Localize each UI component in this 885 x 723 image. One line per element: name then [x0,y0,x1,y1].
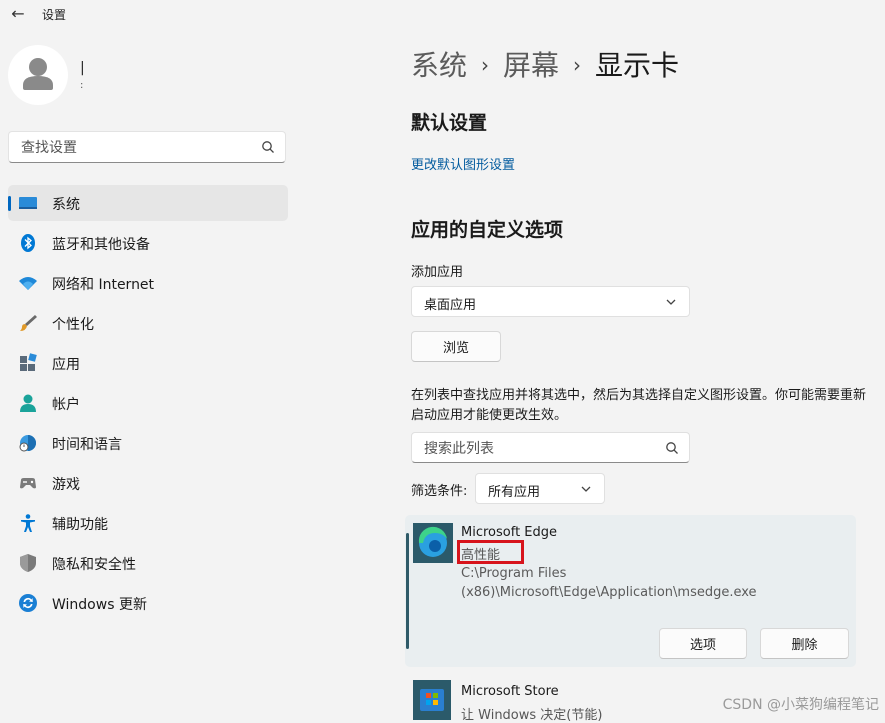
nav-item-apps[interactable]: 应用 [8,345,288,381]
brush-icon [20,315,37,331]
list-search[interactable] [411,432,690,463]
nav-item-windows-update[interactable]: Windows 更新 [8,585,288,621]
nav-label: 辅助功能 [52,517,108,533]
breadcrumb: 系统 › 屏幕 › 显示卡 [411,44,679,84]
chevron-down-icon [666,299,676,305]
nav-label: 个性化 [52,317,94,333]
store-icon [413,680,451,720]
back-button[interactable]: ← [8,4,28,24]
nav-label: 蓝牙和其他设备 [52,237,150,253]
chevron-down-icon [581,486,591,492]
filter-dropdown[interactable]: 所有应用 [475,473,605,504]
breadcrumb-separator: › [481,53,490,77]
filter-label: 筛选条件: [411,484,468,499]
app-type-dropdown[interactable]: 桌面应用 [411,286,690,317]
bluetooth-icon [21,234,35,252]
breadcrumb-current: 显示卡 [595,49,680,82]
update-icon [19,594,37,612]
nav-item-accessibility[interactable]: 辅助功能 [8,505,288,541]
main-content: 系统 › 屏幕 › 显示卡 默认设置 更改默认图形设置 应用的自定义选项 添加应用 桌面… [300,0,885,723]
wifi-icon [19,277,37,290]
nav-item-bluetooth[interactable]: 蓝牙和其他设备 [8,225,288,261]
nav-list: 系统 蓝牙和其他设备 网络和 Internet 个性化 应用 帐户 时间和语言 … [8,185,288,625]
filter-value: 所有应用 [488,485,541,500]
nav-label: 网络和 Internet [52,277,155,293]
nav-label: 游戏 [52,477,80,493]
nav-label: Windows 更新 [52,597,147,613]
app-name: Microsoft Edge [461,525,558,540]
nav-label: 应用 [52,357,80,373]
app-item-edge[interactable]: Microsoft Edge 高性能 C:\Program Files (x86… [405,515,856,667]
breadcrumb-item[interactable]: 屏幕 [503,49,559,82]
app-type-value: 桌面应用 [424,298,477,313]
nav-item-accounts[interactable]: 帐户 [8,385,288,421]
change-default-graphics-link[interactable]: 更改默认图形设置 [411,154,515,173]
user-icon [23,58,53,90]
delete-button[interactable]: 删除 [760,628,849,659]
nav-label: 帐户 [52,397,80,413]
user-email: : [80,80,84,91]
person-icon [20,394,36,412]
shield-icon [20,554,36,572]
instructions-text: 在列表中查找应用并将其选中，然后为其选择自定义图形设置。你可能需要重新启动应用才… [411,388,867,423]
gamepad-icon [20,478,36,489]
app-title: 设置 [42,8,67,22]
app-preference: 让 Windows 决定(节能) [461,708,603,723]
app-path: C:\Program Files (x86)\Microsoft\Edge\Ap… [461,566,757,600]
apps-icon [20,353,37,371]
nav-item-personalization[interactable]: 个性化 [8,305,288,341]
search-icon[interactable] [261,140,275,154]
nav-item-system[interactable]: 系统 [8,185,288,221]
globe-clock-icon [19,435,36,452]
watermark: CSDN @小菜狗编程笔记 [722,697,879,713]
list-search-input[interactable] [422,438,656,460]
breadcrumb-separator: › [573,53,582,77]
monitor-icon [19,197,37,209]
settings-search[interactable] [8,131,286,163]
avatar[interactable] [8,45,68,105]
nav-item-privacy[interactable]: 隐私和安全性 [8,545,288,581]
user-name: | [80,60,85,76]
nav-item-gaming[interactable]: 游戏 [8,465,288,501]
options-button[interactable]: 选项 [659,628,747,659]
highlight-annotation [457,540,524,564]
accessibility-icon [21,514,35,532]
nav-label: 系统 [52,197,80,213]
add-app-label: 添加应用 [411,265,464,280]
custom-options-heading: 应用的自定义选项 [411,219,564,241]
browse-button[interactable]: 浏览 [411,331,501,362]
nav-label: 隐私和安全性 [52,557,136,573]
sidebar: | : 系统 蓝牙和其他设备 网络和 [0,28,300,720]
nav-item-network[interactable]: 网络和 Internet [8,265,288,301]
nav-label: 时间和语言 [52,437,122,453]
search-icon[interactable] [665,441,679,455]
breadcrumb-item[interactable]: 系统 [411,49,467,82]
nav-item-time-language[interactable]: 时间和语言 [8,425,288,461]
settings-search-input[interactable] [19,137,253,159]
edge-icon [413,523,453,563]
default-settings-heading: 默认设置 [411,112,488,134]
app-name: Microsoft Store [461,684,559,699]
